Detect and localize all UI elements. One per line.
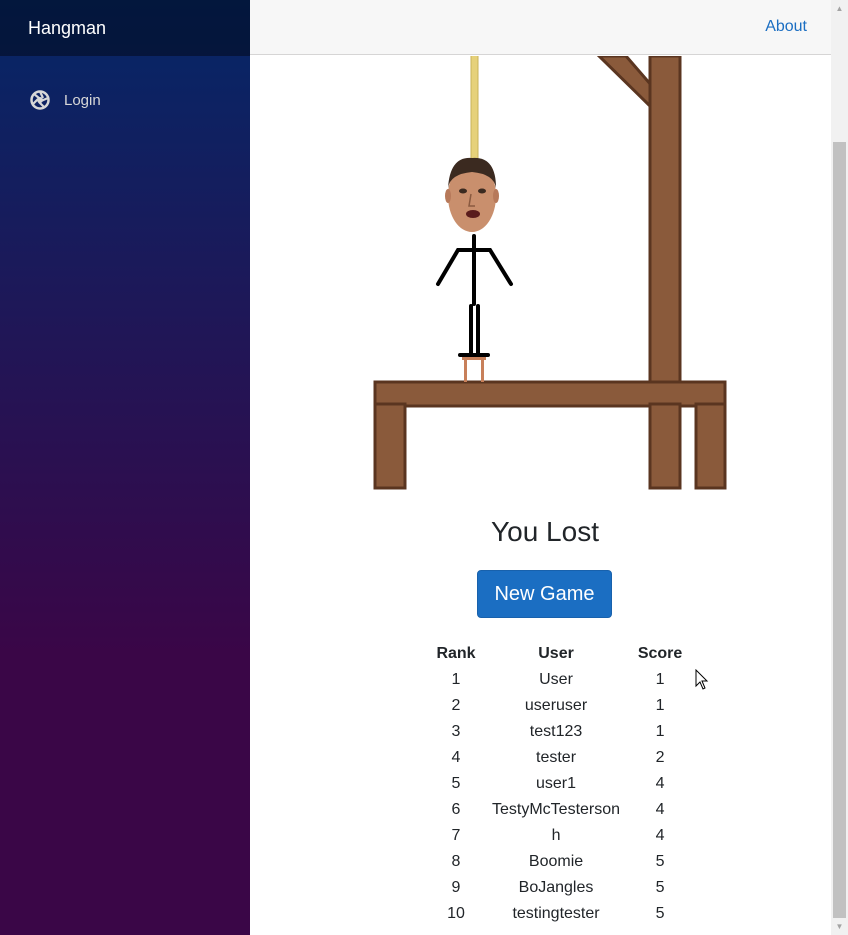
head-icon — [445, 157, 499, 232]
table-row: 5 user1 4 — [424, 771, 696, 797]
score-cell: 5 — [655, 853, 665, 870]
top-row: About — [250, 0, 831, 55]
table-row: 2 useruser 1 — [424, 693, 696, 719]
mouse-cursor-icon — [695, 669, 709, 690]
table-row: 8 Boomie 5 — [424, 849, 696, 875]
score-cell: 4 — [655, 801, 665, 818]
gallows-brace — [596, 56, 654, 112]
table-row: 1 User 1 — [424, 667, 696, 693]
sidebar: Hangman Login — [0, 0, 250, 935]
rank-cell: 9 — [451, 879, 461, 896]
scroll-down-icon[interactable]: ▼ — [831, 918, 848, 935]
score-cell: 2 — [655, 749, 665, 766]
table-row: 9 BoJangles 5 — [424, 875, 696, 901]
score-cell: 1 — [655, 671, 665, 688]
column-header-rank: Rank — [436, 645, 476, 662]
vertical-scrollbar[interactable]: ▲ ▼ — [831, 0, 848, 935]
app-brand[interactable]: Hangman — [28, 18, 106, 39]
score-cell: 4 — [655, 775, 665, 792]
rank-cell: 3 — [451, 723, 461, 740]
hangman-drawing — [373, 56, 727, 490]
column-header-score: Score — [637, 645, 683, 662]
rank-cell: 1 — [451, 671, 461, 688]
about-link[interactable]: About — [765, 18, 807, 36]
user-cell: h — [551, 827, 561, 844]
stick-figure — [436, 234, 513, 357]
sidebar-item-label: Login — [64, 91, 101, 109]
table-row: 3 test123 1 — [424, 719, 696, 745]
table-row: 6 TestyMcTesterson 4 — [424, 797, 696, 823]
user-cell: Boomie — [528, 853, 584, 870]
user-cell: User — [539, 671, 573, 688]
user-cell: testingtester — [512, 905, 600, 922]
gallows-platform — [373, 380, 727, 490]
user-cell: TestyMcTesterson — [492, 801, 621, 818]
leaderboard-table: Rank User Score 1 User 1 2 useruser 1 3 test1… — [424, 641, 696, 927]
score-cell: 1 — [655, 723, 665, 740]
brand-bar: Hangman — [0, 0, 250, 56]
new-game-button[interactable]: New Game — [477, 570, 612, 618]
stool — [462, 356, 486, 382]
table-row: 10 testingtester 5 — [424, 901, 696, 927]
rank-cell: 8 — [451, 853, 461, 870]
rank-cell: 4 — [451, 749, 461, 766]
table-header-row: Rank User Score — [424, 641, 696, 667]
rank-cell: 2 — [451, 697, 461, 714]
table-row: 7 h 4 — [424, 823, 696, 849]
score-cell: 5 — [655, 905, 665, 922]
user-cell: BoJangles — [518, 879, 594, 896]
game-result-title: You Lost — [491, 516, 599, 547]
main-content: You Lost New Game Rank User Score 1 User 1… — [250, 56, 831, 935]
rope — [470, 56, 479, 160]
aperture-icon — [30, 90, 50, 110]
user-cell: test123 — [529, 723, 583, 740]
rank-cell: 5 — [451, 775, 461, 792]
table-row: 4 tester 2 — [424, 745, 696, 771]
scroll-up-icon[interactable]: ▲ — [831, 0, 848, 17]
user-cell: tester — [536, 749, 577, 766]
user-cell: useruser — [524, 697, 588, 714]
sidebar-item-login[interactable]: Login — [16, 84, 234, 116]
score-cell: 4 — [655, 827, 665, 844]
rank-cell: 6 — [451, 801, 461, 818]
scrollbar-thumb[interactable] — [833, 142, 846, 918]
sidebar-nav: Login — [0, 56, 250, 116]
column-header-user: User — [538, 645, 574, 662]
rank-cell: 7 — [451, 827, 461, 844]
score-cell: 5 — [655, 879, 665, 896]
rank-cell: 10 — [447, 905, 465, 922]
user-cell: user1 — [536, 775, 577, 792]
score-cell: 1 — [655, 697, 665, 714]
